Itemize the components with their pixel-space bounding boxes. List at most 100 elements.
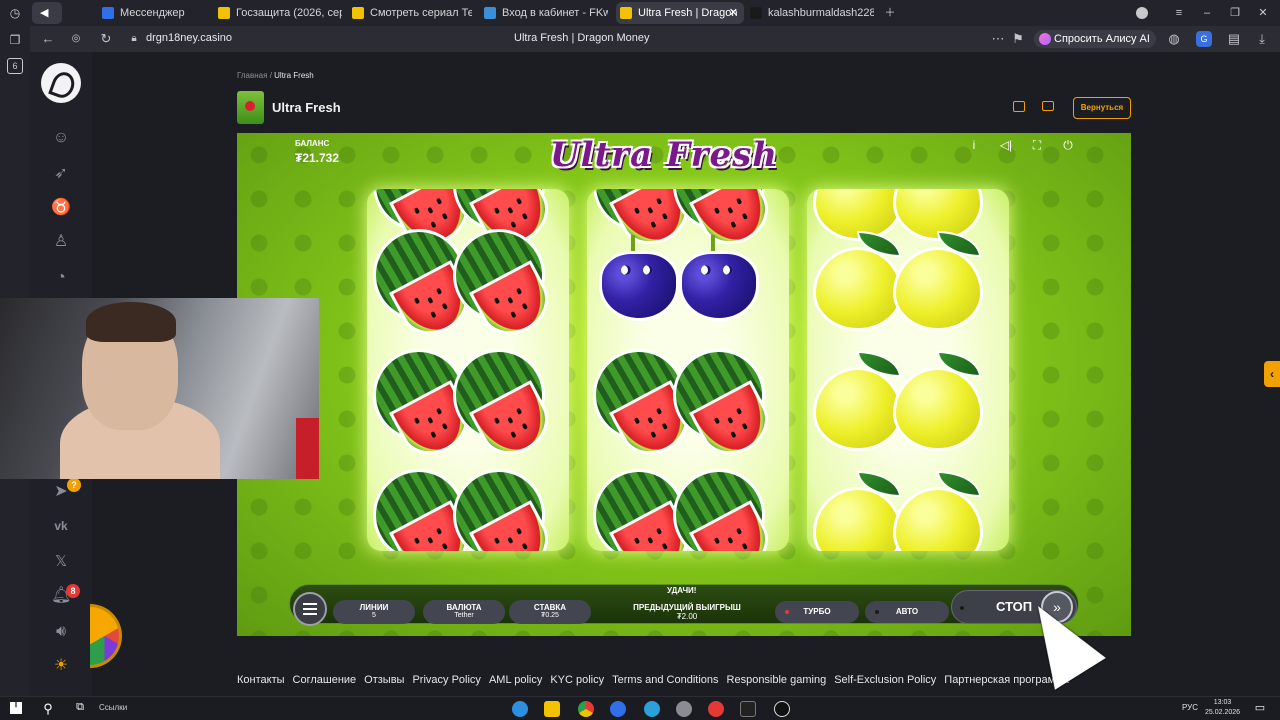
return-button[interactable]: Вернуться — [1073, 97, 1131, 119]
user-icon[interactable]: ♙ — [51, 232, 71, 252]
search-icon[interactable]: ⚲ — [40, 701, 56, 717]
lock-icon[interactable]: 🔒︎ — [126, 31, 142, 47]
bookmark-icon[interactable]: ⚑ — [1010, 31, 1026, 47]
profile-avatar[interactable] — [1136, 2, 1150, 24]
balance-label: БАЛАНС — [295, 139, 330, 148]
video-icon — [352, 7, 364, 19]
reload-icon[interactable]: ↻ — [98, 31, 114, 47]
tab-ultra-fresh[interactable]: Ultra Fresh | Dragon ✕ — [616, 2, 744, 24]
footer-link[interactable]: Terms and Conditions — [612, 674, 718, 686]
back-arrow-icon[interactable]: ← — [40, 31, 56, 47]
lemon-symbol — [893, 349, 985, 453]
download-icon[interactable]: ⤓ — [1254, 31, 1270, 47]
breadcrumb-home[interactable]: Главная — [237, 71, 267, 80]
watermelon-symbol — [673, 469, 779, 551]
watermelon-symbol — [673, 349, 779, 466]
notification-center-icon[interactable]: ▭ — [1252, 701, 1268, 717]
close-window-icon[interactable]: ✕ — [1256, 2, 1270, 24]
tab-stream[interactable]: kalashburmaldash228 Str — [746, 2, 874, 24]
tab-count-badge[interactable]: 6 — [7, 58, 23, 74]
sun-icon[interactable]: ☀ — [51, 656, 71, 676]
good-luck-text: УДАЧИ! — [667, 586, 697, 595]
video-icon — [218, 7, 230, 19]
language-indicator[interactable]: РУС — [1182, 703, 1198, 712]
dragon-icon — [620, 7, 632, 19]
turbo-toggle[interactable]: ТУРБО — [775, 601, 859, 623]
info-icon[interactable]: i — [967, 138, 981, 152]
vk-icon[interactable]: vk — [51, 516, 71, 536]
footer-links: Контакты Соглашение Отзывы Privacy Policy AM… — [237, 674, 1077, 686]
edge-icon[interactable] — [512, 701, 528, 717]
chat-expander-button[interactable]: ‹ — [1264, 361, 1280, 387]
tab-fkwallet[interactable]: Вход в кабинет - FKwallet — [480, 2, 608, 24]
footer-link[interactable]: Соглашение — [293, 674, 357, 686]
site-info-icon[interactable]: ◎ — [68, 31, 84, 47]
bull-icon[interactable]: ♉ — [51, 198, 71, 218]
fkwallet-icon — [484, 7, 496, 19]
bet-selector[interactable]: СТАВКА ₮0.25 — [509, 600, 591, 624]
grape-symbol — [673, 229, 765, 329]
tabs-icon[interactable]: ❐ — [7, 32, 23, 48]
obs-icon[interactable] — [774, 701, 790, 717]
game-canvas[interactable]: БАЛАНС ₮21.732 Ultra Fresh i ◁| ⛶ ⏻ УДАЧ… — [237, 133, 1131, 636]
stop-led — [960, 606, 964, 610]
auto-toggle[interactable]: АВТО — [865, 601, 949, 623]
app-icon[interactable] — [610, 701, 626, 717]
chrome-icon[interactable] — [578, 701, 594, 717]
telegram-badge: ? — [67, 478, 81, 492]
history-icon[interactable]: ◷ — [7, 5, 23, 21]
new-tab-button[interactable]: ＋ — [880, 2, 900, 24]
ask-alice-button[interactable]: Спросить Алису AI — [1034, 30, 1156, 48]
rocket-icon[interactable]: ➶ — [51, 164, 71, 184]
sound-icon[interactable]: 🔊︎ — [51, 622, 71, 642]
game-menu-button[interactable] — [293, 592, 327, 626]
extension-icon[interactable]: G — [1196, 31, 1212, 47]
app-icon-2[interactable] — [676, 701, 692, 717]
menu-icon[interactable]: ≡ — [1172, 2, 1186, 24]
reel-3 — [807, 189, 1009, 551]
smile-icon[interactable]: ☺ — [51, 128, 71, 148]
tab-serial[interactable]: Смотреть сериал Террит — [348, 2, 472, 24]
footer-link[interactable]: Self-Exclusion Policy — [834, 674, 936, 686]
more-icon[interactable]: ⋯ — [990, 31, 1006, 47]
footer-link[interactable]: Privacy Policy — [412, 674, 480, 686]
windows-start-icon[interactable] — [10, 702, 22, 714]
x-icon[interactable]: 𝕏 — [51, 552, 71, 572]
close-tab-icon[interactable]: ✕ — [729, 2, 738, 24]
task-view-icon[interactable]: ⧉ — [72, 701, 88, 717]
minimize-icon[interactable]: – — [1200, 2, 1214, 24]
collections-icon[interactable]: ▤ — [1226, 31, 1242, 47]
globe-icon[interactable]: ◍ — [1166, 31, 1182, 47]
telegram-task-icon[interactable] — [644, 701, 660, 717]
footer-link[interactable]: AML policy — [489, 674, 542, 686]
tab-messenger[interactable]: Мессенджер — [98, 2, 218, 24]
grape-symbol — [593, 229, 685, 329]
watermelon-symbol — [373, 349, 479, 466]
watermelon-symbol — [373, 469, 479, 551]
url-field[interactable]: drgn18ney.casino — [146, 32, 232, 44]
links-toolbar[interactable]: Ссылки — [99, 703, 127, 712]
clock[interactable]: 13:03 25.02.2026 — [1205, 698, 1240, 718]
footer-link[interactable]: KYC policy — [550, 674, 604, 686]
clock-icon[interactable]: ◔ — [51, 268, 71, 288]
clock-date: 25.02.2026 — [1205, 709, 1241, 716]
fullscreen-game-icon[interactable]: ⛶ — [1030, 138, 1044, 152]
footer-link[interactable]: Контакты — [237, 674, 285, 686]
theater-mode-icon[interactable] — [1042, 101, 1054, 111]
dragon-logo[interactable] — [41, 63, 81, 103]
power-icon[interactable]: ⏻ — [1061, 138, 1075, 152]
fullscreen-icon[interactable] — [1013, 101, 1025, 112]
footer-link[interactable]: Responsible gaming — [727, 674, 827, 686]
footer-link[interactable]: Отзывы — [364, 674, 404, 686]
yandex-icon[interactable] — [708, 701, 724, 717]
watermelon-symbol — [453, 469, 559, 551]
volume-icon[interactable]: ◁| — [999, 138, 1013, 152]
tab-goszashchita[interactable]: Госзащита (2026, сериал — [214, 2, 342, 24]
epic-games-icon[interactable] — [740, 701, 756, 717]
currency-selector[interactable]: ВАЛЮТА Tether — [423, 600, 505, 624]
lines-selector[interactable]: ЛИНИИ 5 — [333, 600, 415, 624]
lemon-symbol — [893, 229, 985, 333]
restore-icon[interactable]: ❐ — [1228, 2, 1242, 24]
audio-tab-icon[interactable]: ◀ — [32, 2, 62, 24]
explorer-icon[interactable] — [544, 701, 560, 717]
